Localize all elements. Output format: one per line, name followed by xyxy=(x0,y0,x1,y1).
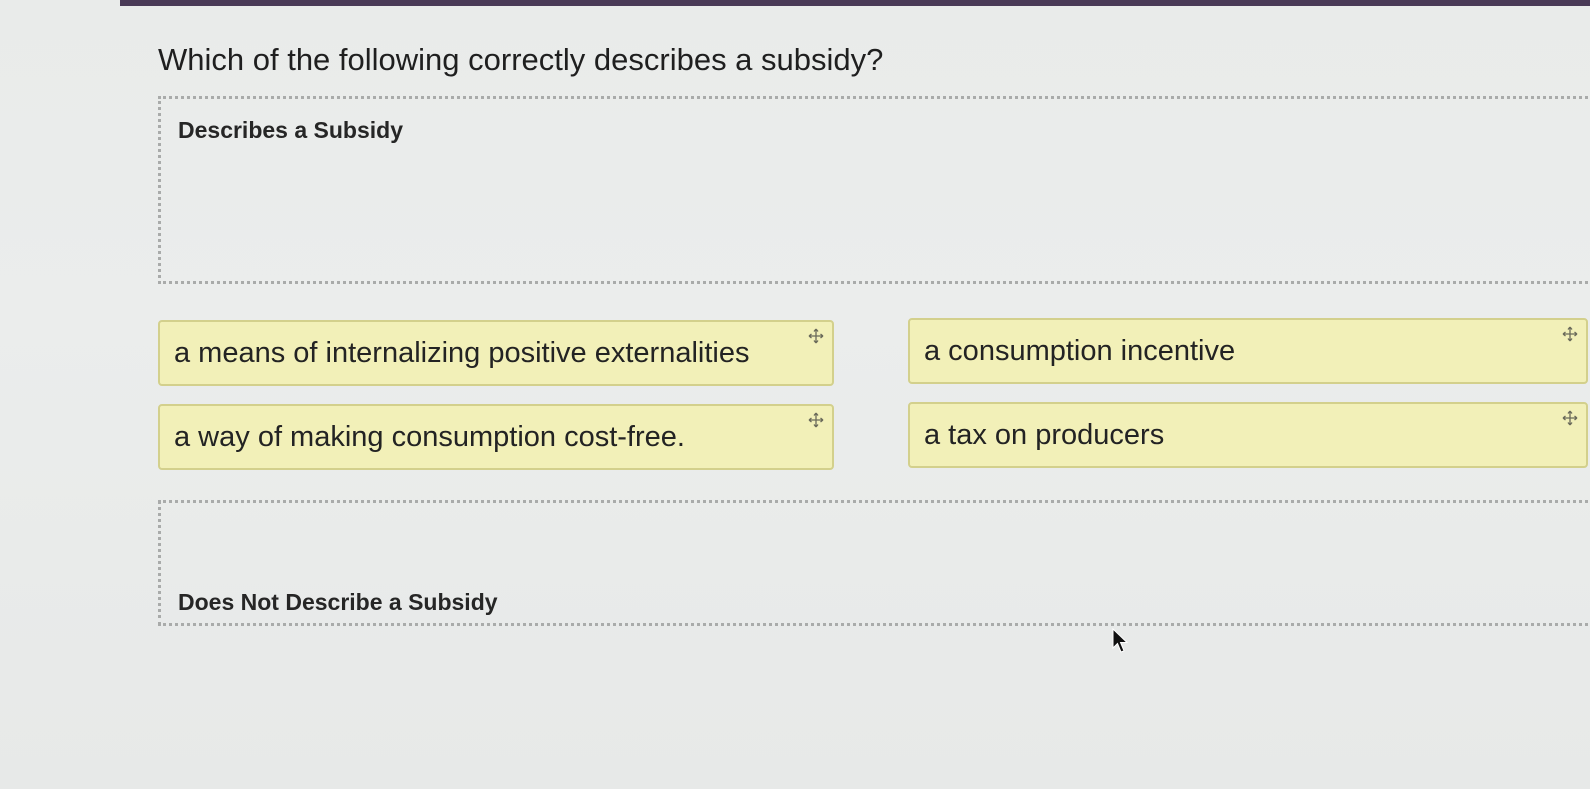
drop-zone-does-not-describe-label: Does Not Describe a Subsidy xyxy=(178,589,498,615)
draggable-option-cost-free[interactable]: a way of making consumption cost-free. xyxy=(158,404,834,470)
option-label: a means of internalizing positive extern… xyxy=(174,337,750,369)
move-icon xyxy=(1562,326,1578,342)
draggable-option-consumption-incentive[interactable]: a consumption incentive xyxy=(908,318,1588,384)
question-text: Which of the following correctly describ… xyxy=(158,42,884,77)
option-label: a tax on producers xyxy=(924,419,1165,451)
drop-zone-does-not-describe[interactable]: Does Not Describe a Subsidy xyxy=(158,500,1588,626)
drop-zone-describes[interactable]: Describes a Subsidy xyxy=(158,96,1588,284)
option-label: a consumption incentive xyxy=(924,335,1236,367)
move-icon xyxy=(808,328,824,344)
option-label: a way of making consumption cost-free. xyxy=(174,421,685,453)
draggable-option-tax-on-producers[interactable]: a tax on producers xyxy=(908,402,1588,468)
move-icon xyxy=(1562,410,1578,426)
move-icon xyxy=(808,412,824,428)
draggable-option-internalizing-externalities[interactable]: a means of internalizing positive extern… xyxy=(158,320,834,386)
mouse-cursor-icon xyxy=(1112,628,1129,653)
top-bar xyxy=(120,0,1590,6)
drop-zone-describes-label: Describes a Subsidy xyxy=(178,117,403,143)
